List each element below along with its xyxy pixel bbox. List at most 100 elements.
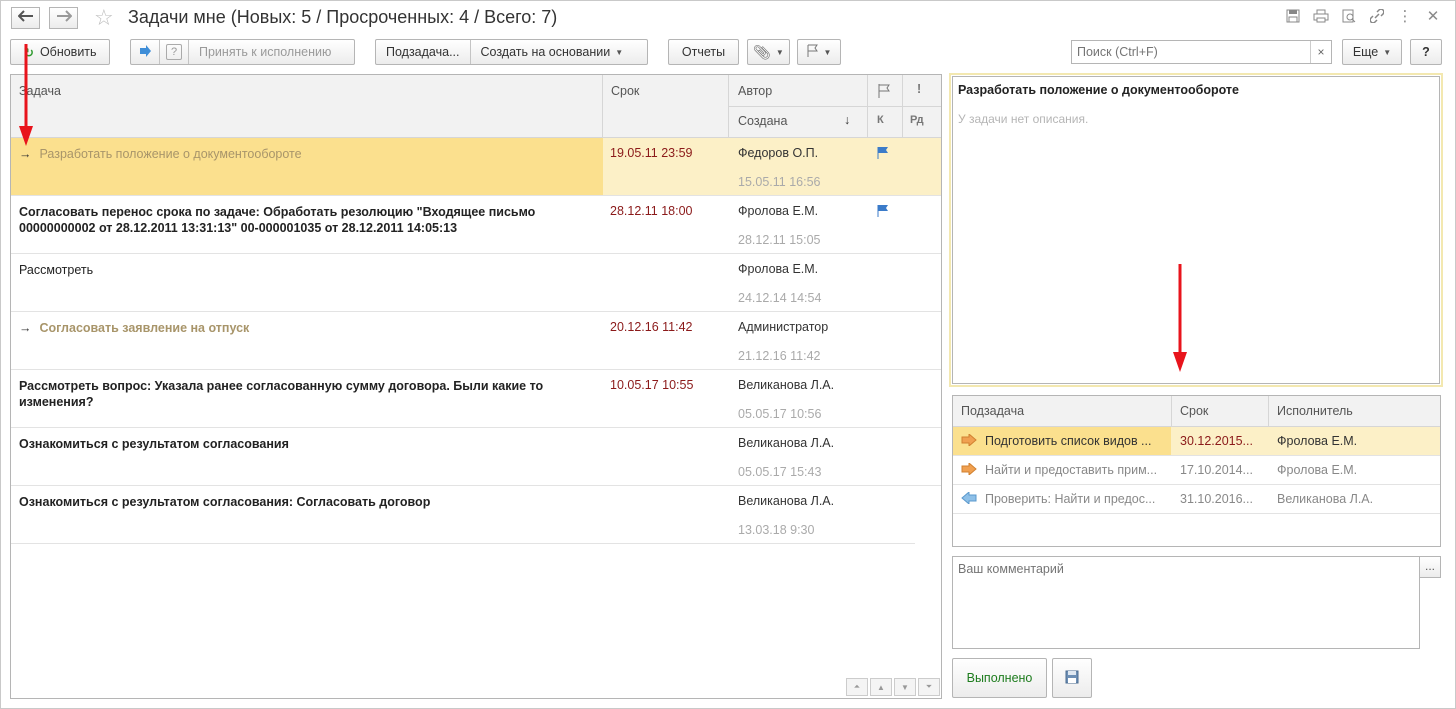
subtask-name: Подготовить список видов ... [985,434,1152,448]
task-row[interactable]: → Согласовать заявление на отпуск 20.12.1… [11,312,941,370]
task-created: 13.03.18 9:30 [738,523,815,537]
subtask-row[interactable]: Подготовить список видов ... 30.12.2015.… [953,427,1440,456]
task-created: 21.12.16 11:42 [738,349,821,363]
task-created: 05.05.17 15:43 [738,465,822,479]
task-author: Великанова Л.А. [738,436,835,450]
subtasks-table: Подзадача Срок Исполнитель Подготовить с… [952,395,1441,547]
search-clear-button[interactable]: × [1310,41,1331,63]
column-k[interactable]: К [877,114,884,126]
reports-button[interactable]: Отчеты [668,39,739,65]
scroll-top-icon[interactable]: ⏶ [846,678,868,696]
star-icon[interactable]: ☆ [94,5,114,31]
arrow-left-blue-icon [961,492,977,507]
task-due: 19.05.11 23:59 [610,146,693,160]
task-author: Великанова Л.А. [738,378,835,392]
column-subtask[interactable]: Подзадача [961,404,1024,418]
search-input[interactable] [1072,42,1310,62]
subtask-executor: Фролова Е.М. [1277,434,1358,448]
create-group: Подзадача... Создать на основании ▼ [375,39,648,65]
column-flag[interactable] [877,83,891,102]
column-due[interactable]: Срок [611,84,639,98]
flag-button[interactable]: ▼ [797,39,841,65]
flag-icon [876,204,890,221]
forward-button[interactable] [49,7,78,29]
subtask-due: 17.10.2014... [1180,463,1253,477]
arrow-right-orange-icon [961,463,977,478]
window-controls: ⋮ ✕ [1284,7,1442,25]
attach-button[interactable]: 📎︎ ▼ [747,39,790,65]
list-scroll-controls: ⏶ ▲ ▼ ⏷ [846,678,940,696]
menu-icon[interactable]: ⋮ [1396,7,1414,25]
annotation-arrow-icon [1173,264,1187,372]
description-empty-text: У задачи нет описания. [958,112,1089,126]
create-based-button[interactable]: Создать на основании ▼ [471,40,634,64]
search-box: × [1071,40,1332,64]
caret-down-icon: ▼ [775,47,784,57]
task-created: 28.12.11 15:05 [738,233,821,247]
save-icon[interactable] [1284,7,1302,25]
arrow-left-icon [17,9,34,27]
subtask-row[interactable]: Найти и предоставить прим... 17.10.2014.… [953,456,1440,485]
back-button[interactable] [11,7,40,29]
subtasks-header: Подзадача Срок Исполнитель [953,396,1440,427]
arrow-right-icon: → [19,321,32,335]
arrow-right-icon [56,9,72,27]
caret-down-icon: ▼ [615,47,624,57]
link-icon[interactable] [1368,7,1386,25]
subtask-executor: Фролова Е.М. [1277,463,1358,477]
task-due: 28.12.11 18:00 [610,204,693,218]
subtask-row[interactable]: Проверить: Найти и предос... 31.10.2016.… [953,485,1440,514]
sort-arrow-icon: ↓ [844,113,851,127]
task-row[interactable]: Рассмотреть вопрос: Указала ранее соглас… [11,370,941,428]
scroll-up-icon[interactable]: ▲ [870,678,892,696]
task-author: Федоров О.П. [738,146,819,160]
comment-box [952,556,1420,649]
question-icon: ? [166,44,182,60]
caret-down-icon: ▼ [1383,47,1392,57]
print-icon[interactable] [1312,7,1330,25]
scroll-bottom-icon[interactable]: ⏷ [918,678,940,696]
task-row[interactable]: Рассмотреть Фролова Е.М. 24.12.14 14:54 [11,254,941,312]
task-title: Рассмотреть вопрос: Указала ранее соглас… [19,379,544,409]
task-row[interactable]: Согласовать перенос срока по задаче: Обр… [11,196,941,254]
save-button[interactable] [1052,658,1092,698]
scroll-down-icon[interactable]: ▼ [894,678,916,696]
preview-icon[interactable] [1340,7,1358,25]
task-author: Администратор [738,320,829,334]
question-button[interactable]: ? [160,40,189,64]
flag-icon [876,146,890,163]
task-author: Фролова Е.М. [738,262,819,276]
column-subtask-due[interactable]: Срок [1180,404,1208,418]
more-button[interactable]: Еще ▼ [1342,39,1402,65]
subtask-name: Проверить: Найти и предос... [985,492,1156,506]
task-row[interactable]: → Разработать положение о документооборот… [11,138,941,196]
task-description-panel: Разработать положение о документообороте… [949,73,1443,387]
column-important[interactable]: ! [917,82,921,96]
done-button[interactable]: Выполнено [952,658,1047,698]
subtask-button[interactable]: Подзадача... [376,40,471,64]
task-author: Великанова Л.А. [738,494,835,508]
comment-input[interactable] [953,557,1419,648]
floppy-icon [1065,670,1079,687]
task-title: Согласовать перенос срока по задаче: Обр… [19,205,536,235]
task-row[interactable]: Ознакомиться с результатом согласования … [11,428,941,486]
close-icon[interactable]: ✕ [1424,7,1442,25]
column-created[interactable]: Создана [738,114,787,128]
task-row[interactable]: Ознакомиться с результатом согласования:… [11,486,915,544]
accept-button[interactable]: Принять к исполнению [189,40,341,64]
flag-icon [807,44,819,61]
column-rd[interactable]: Рд [910,114,924,126]
subtask-name: Найти и предоставить прим... [985,463,1158,477]
arrow-right-orange-icon [961,434,977,449]
task-created: 24.12.14 14:54 [738,291,822,305]
task-list-header: Задача Срок Автор Создана ↓ ! К Рд [11,75,941,138]
column-executor[interactable]: Исполнитель [1277,404,1353,418]
task-created: 05.05.17 10:56 [738,407,822,421]
help-button[interactable]: ? [1410,39,1442,65]
task-list: Задача Срок Автор Создана ↓ ! К Рд → Разр… [10,74,942,699]
forward-task-button[interactable] [131,40,160,64]
task-title: Согласовать заявление на отпуск [39,321,250,335]
accept-group: ? Принять к исполнению [130,39,355,65]
comment-more-button[interactable]: ... [1419,556,1441,578]
column-author[interactable]: Автор [738,84,772,98]
